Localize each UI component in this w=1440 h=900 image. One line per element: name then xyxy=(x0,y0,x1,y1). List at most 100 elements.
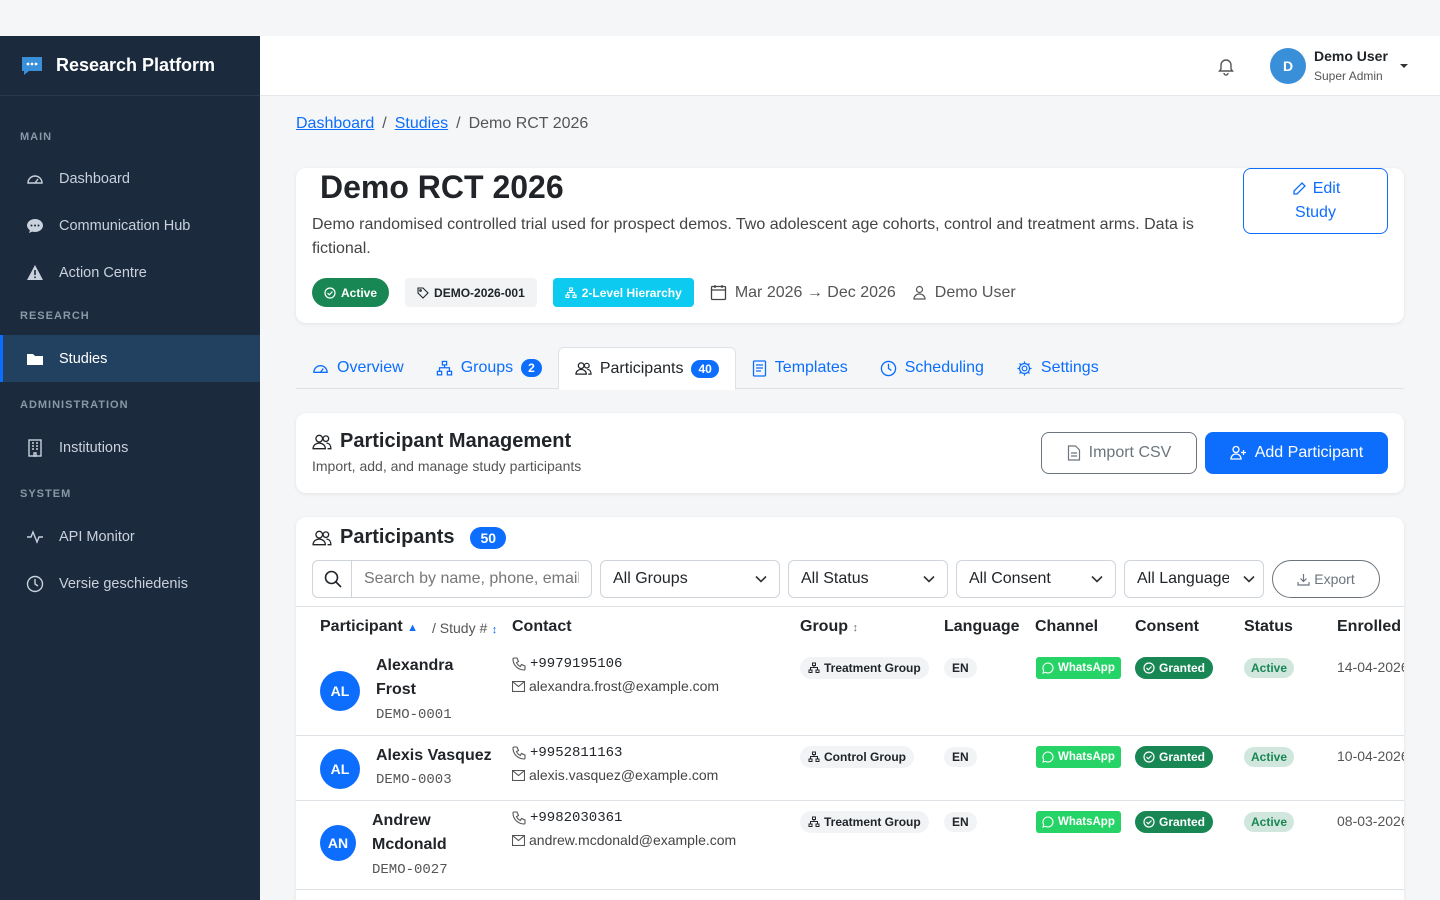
main-content: Dashboard / Studies / Demo RCT 2026 Demo… xyxy=(260,96,1440,900)
tab-settings[interactable]: Settings xyxy=(1000,347,1115,389)
name-line: Frost xyxy=(376,681,416,698)
name-line: Alexandra xyxy=(376,657,454,674)
sidebar-item-label: API Monitor xyxy=(59,528,135,545)
group-text: Control Group xyxy=(824,750,906,764)
avatar: AL xyxy=(320,749,360,789)
consent-text: Granted xyxy=(1159,815,1206,829)
check-circle-icon xyxy=(1143,751,1155,763)
bell-icon[interactable] xyxy=(1216,56,1236,76)
edit-label: Study xyxy=(1295,204,1336,221)
sidebar-item-communication-hub[interactable]: Communication Hub xyxy=(0,202,260,249)
clock-icon xyxy=(880,360,897,377)
tab-overview[interactable]: Overview xyxy=(296,347,420,389)
sidebar-item-dashboard[interactable]: Dashboard xyxy=(0,155,260,202)
column-contact: Contact xyxy=(512,618,572,635)
envelope-icon xyxy=(512,680,525,692)
search-icon[interactable] xyxy=(312,560,352,598)
brand-name: Research Platform xyxy=(56,55,216,75)
topbar: D Demo User Super Admin xyxy=(260,36,1440,96)
channel-text: WhatsApp xyxy=(1058,816,1115,828)
sort-asc-icon: ▲ xyxy=(407,622,419,634)
study-meta: Active DEMO-2026-001 2-Level Hierarchy M… xyxy=(312,278,1032,307)
phone-number[interactable]: +9982030361 xyxy=(530,810,622,826)
breadcrumb-dashboard[interactable]: Dashboard xyxy=(296,115,374,133)
study-tabs: Overview Groups 2 Participants 40 Templa… xyxy=(296,347,1404,390)
email-address[interactable]: andrew.mcdonald@example.com xyxy=(529,832,736,848)
participant-name[interactable]: Alexis Vasquez xyxy=(376,744,492,768)
brand[interactable]: Research Platform xyxy=(0,36,260,96)
tab-groups[interactable]: Groups 2 xyxy=(420,347,558,389)
participant-name[interactable]: Alexandra Frost xyxy=(376,654,453,702)
table-header: Participant ▲ / Study # ↕ Contact Group … xyxy=(296,606,1404,646)
user-name[interactable]: Demo User xyxy=(1314,48,1388,64)
sidebar-item-institutions[interactable]: Institutions xyxy=(0,424,260,471)
search-input[interactable] xyxy=(351,560,592,598)
import-csv-button[interactable]: Import CSV xyxy=(1041,432,1197,474)
consent-badge: Granted xyxy=(1135,657,1214,679)
sidebar-item-versie-geschiedenis[interactable]: Versie geschiedenis xyxy=(0,560,260,607)
owner-text: Demo User xyxy=(934,283,1016,301)
button-label: Import CSV xyxy=(1088,444,1172,461)
phone-number[interactable]: +9952811163 xyxy=(530,745,622,761)
speedometer-icon xyxy=(24,168,46,190)
column-participant[interactable]: Participant ▲ xyxy=(320,618,418,636)
sidebar-item-label: Communication Hub xyxy=(59,217,191,234)
table-row[interactable]: AL Alexis Vasquez DEMO-0003 +9952811163 … xyxy=(296,736,1404,801)
consent-filter-select[interactable]: All Consent xyxy=(956,560,1116,598)
sidebar-item-label: Dashboard xyxy=(59,170,130,187)
group-badge: Treatment Group xyxy=(800,657,929,679)
status-filter-select[interactable]: All Status xyxy=(788,560,948,598)
edit-study-button[interactable]: Edit Study xyxy=(1243,168,1388,234)
sidebar-item-label: Institutions xyxy=(59,439,129,456)
chevron-down-icon[interactable] xyxy=(1399,62,1409,70)
add-participant-button[interactable]: Add Participant xyxy=(1205,432,1388,474)
contact-info: +9979195106 alexandra.frost@example.com xyxy=(512,653,719,697)
document-icon xyxy=(752,359,767,377)
sidebar-item-api-monitor[interactable]: API Monitor xyxy=(0,513,260,560)
group-filter-select[interactable]: All Groups xyxy=(600,560,780,598)
participant-management-card: Participant Management Import, add, and … xyxy=(296,413,1404,493)
section-title: Participants 50 xyxy=(312,526,507,549)
section-label-administration: ADMINISTRATION xyxy=(20,399,129,411)
pencil-icon xyxy=(1291,181,1307,197)
email-address[interactable]: alexandra.frost@example.com xyxy=(529,678,719,694)
participant-id: DEMO-0001 xyxy=(376,707,452,723)
sidebar-item-action-centre[interactable]: Action Centre xyxy=(0,249,260,296)
chevron-down-icon xyxy=(1243,575,1255,583)
tab-scheduling[interactable]: Scheduling xyxy=(864,347,1000,389)
people-icon xyxy=(312,432,332,452)
channel-badge: WhatsApp xyxy=(1036,811,1121,833)
participant-name[interactable]: Andrew Mcdonald xyxy=(372,809,447,857)
envelope-icon xyxy=(512,834,525,846)
tab-label: Templates xyxy=(774,359,848,376)
column-group[interactable]: Group ↕ xyxy=(800,618,858,636)
select-value: All Languages xyxy=(1137,570,1229,587)
people-icon xyxy=(575,360,592,377)
column-channel: Channel xyxy=(1035,618,1099,635)
sidebar-item-studies[interactable]: Studies xyxy=(0,335,260,382)
count-badge: 40 xyxy=(691,359,719,378)
hierarchy-badge: 2-Level Hierarchy xyxy=(552,278,694,307)
file-icon xyxy=(1067,445,1081,461)
breadcrumb-current: Demo RCT 2026 xyxy=(468,115,589,132)
export-button[interactable]: Export xyxy=(1272,560,1380,598)
column-study-number[interactable]: / Study # ↕ xyxy=(432,620,497,638)
user-avatar[interactable]: D xyxy=(1270,48,1306,84)
tab-templates[interactable]: Templates xyxy=(736,347,864,389)
breadcrumb-studies[interactable]: Studies xyxy=(395,115,448,133)
sidebar: Research Platform MAIN Dashboard Communi… xyxy=(0,36,260,900)
people-icon xyxy=(312,528,332,548)
phone-icon xyxy=(512,746,526,760)
email-address[interactable]: alexis.vasquez@example.com xyxy=(529,767,718,783)
breadcrumb-separator: / xyxy=(382,115,387,132)
table-row[interactable]: AL Alexandra Frost DEMO-0001 +9979195106… xyxy=(296,646,1404,736)
language-filter-select[interactable]: All Languages xyxy=(1124,560,1264,598)
tab-participants[interactable]: Participants 40 xyxy=(557,347,736,390)
group-badge: Control Group xyxy=(800,746,914,768)
phone-number[interactable]: +9979195106 xyxy=(530,656,622,672)
whatsapp-icon xyxy=(1042,662,1054,674)
table-row[interactable]: AN Andrew Mcdonald DEMO-0027 +9982030361… xyxy=(296,801,1404,890)
channel-badge: WhatsApp xyxy=(1036,746,1121,768)
check-circle-icon xyxy=(324,286,336,299)
study-description: Demo randomised controlled trial used fo… xyxy=(312,216,1194,257)
